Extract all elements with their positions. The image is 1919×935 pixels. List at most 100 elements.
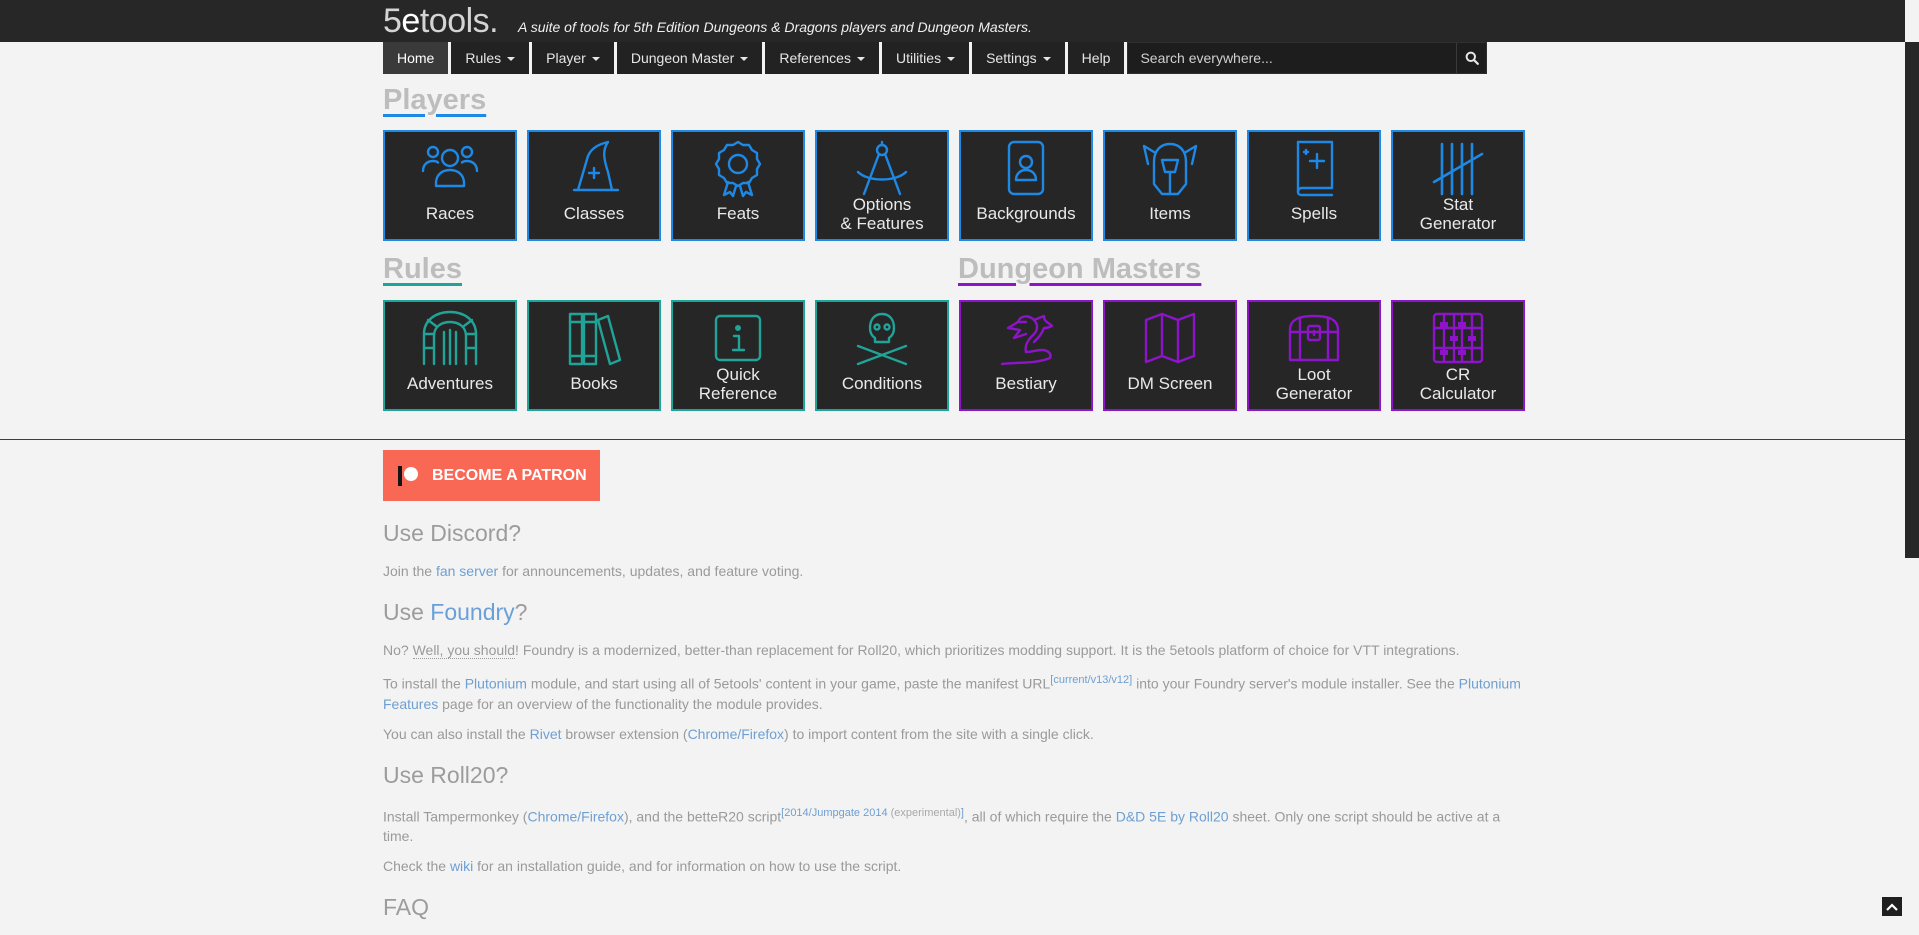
rivet-chrome-firefox-link[interactable]: Chrome/Firefox	[688, 726, 784, 742]
tile-adventures[interactable]: Adventures	[383, 300, 517, 411]
tile-label: Options & Features	[840, 195, 924, 233]
text: [2014/Jumpgate 2014	[781, 806, 888, 819]
books-icon	[568, 312, 622, 366]
foundry-paragraph-1: No? Well, you should! Foundry is a moder…	[383, 640, 1523, 660]
dragon-icon	[1000, 314, 1054, 366]
tile-label: Stat Generator	[1419, 195, 1497, 233]
text: ?	[514, 599, 528, 625]
tile-classes[interactable]: Classes	[527, 130, 661, 241]
tile-options-features[interactable]: Options & Features	[815, 130, 949, 241]
text: ! Foundry is a modernized, better-than r…	[515, 642, 1460, 658]
tile-conditions[interactable]: Conditions	[815, 300, 949, 411]
nav-rules[interactable]: Rules	[451, 42, 530, 74]
treasure-chest-icon	[1288, 314, 1340, 362]
nav-utilities[interactable]: Utilities	[881, 42, 970, 74]
discord-heading: Use Discord?	[383, 520, 522, 546]
search-icon	[1465, 51, 1479, 65]
tile-spells[interactable]: Spells	[1247, 130, 1381, 241]
nav-references[interactable]: References	[765, 42, 879, 74]
scrollbar-thumb[interactable]	[1905, 42, 1919, 558]
text: No?	[383, 642, 413, 658]
logo-part-tools: tools.	[419, 2, 499, 40]
search-input[interactable]	[1128, 43, 1457, 73]
tile-label: Conditions	[841, 374, 923, 393]
manifest-url-links[interactable]: [current/v13/v12]	[1050, 674, 1132, 686]
caret-down-icon	[507, 57, 516, 62]
tile-label: Books	[570, 374, 618, 393]
text: To install the	[383, 675, 465, 692]
site-logo[interactable]: 5etools.	[383, 0, 499, 42]
tile-races[interactable]: Races	[383, 130, 517, 241]
nav-player[interactable]: Player	[532, 42, 614, 74]
tile-books[interactable]: Books	[527, 300, 661, 411]
caret-down-icon	[1042, 57, 1051, 62]
rivet-link[interactable]: Rivet	[530, 726, 562, 742]
logo-part: 5	[383, 2, 402, 40]
tile-stat-generator[interactable]: Stat Generator	[1391, 130, 1525, 241]
nav-dm-label: Dungeon Master	[630, 50, 735, 66]
tampermonkey-chrome-firefox-link[interactable]: Chrome/Firefox	[527, 808, 623, 824]
caret-down-icon	[740, 57, 749, 62]
tile-bestiary[interactable]: Bestiary	[959, 300, 1093, 411]
text: page for an overview of the functionalit…	[438, 695, 823, 712]
text: Install Tampermonkey (	[383, 808, 528, 825]
become-a-patron-button[interactable]: BECOME A PATRON	[383, 450, 600, 501]
top-bar: 5etools. A suite of tools for 5th Editio…	[0, 0, 1905, 42]
text: , all of which require the	[963, 808, 1116, 825]
roll20-paragraph-2: Check the wiki for an installation guide…	[383, 856, 1523, 876]
search-button[interactable]	[1456, 43, 1486, 73]
text: module, and start using all of 5etools' …	[526, 675, 1051, 692]
foundry-paragraph-2: To install the Plutonium module, and sta…	[383, 670, 1523, 714]
text: ) to import content from the site with a…	[784, 725, 1094, 742]
tile-label: Items	[1149, 204, 1191, 223]
tile-loot-generator[interactable]: Loot Generator	[1247, 300, 1381, 411]
caret-down-icon	[856, 57, 865, 62]
nav-help-label: Help	[1081, 50, 1111, 66]
caret-down-icon	[591, 57, 600, 62]
text: Join the	[383, 563, 436, 579]
nav-rules-label: Rules	[465, 50, 502, 66]
fan-server-link[interactable]: fan server	[436, 563, 498, 579]
wiki-link[interactable]: wiki	[450, 858, 473, 874]
text: You can also install the	[383, 725, 530, 742]
nav-home[interactable]: Home	[383, 42, 449, 74]
back-to-top-button[interactable]	[1882, 897, 1902, 916]
section-divider	[0, 439, 1905, 440]
text: into your Foundry server's module instal…	[1132, 675, 1459, 692]
dnd-5e-roll20-link[interactable]: D&D 5E by Roll20	[1116, 808, 1229, 824]
search-box	[1127, 42, 1488, 74]
tile-items[interactable]: Items	[1103, 130, 1237, 241]
better20-script-links[interactable]: [2014/Jumpgate 2014 (experimental)]	[781, 807, 964, 819]
archway-icon	[422, 310, 478, 366]
tally-marks-icon	[1432, 142, 1484, 196]
section-heading-rules: Rules	[383, 253, 462, 285]
text: Use	[383, 599, 431, 625]
patron-label: BECOME A PATRON	[432, 466, 587, 484]
foundry-paragraph-3: You can also install the Rivet browser e…	[383, 724, 1523, 744]
tile-quick-reference[interactable]: Quick Reference	[671, 300, 805, 411]
site-tagline: A suite of tools for 5th Edition Dungeon…	[518, 19, 1032, 35]
tile-label: CR Calculator	[1419, 365, 1497, 403]
text: Check the	[383, 858, 450, 875]
award-ribbon-icon	[714, 140, 762, 198]
tile-backgrounds[interactable]: Backgrounds	[959, 130, 1093, 241]
tile-feats[interactable]: Feats	[671, 130, 805, 241]
people-icon	[421, 145, 479, 188]
plutonium-link[interactable]: Plutonium	[465, 676, 527, 692]
section-heading-dungeon-masters: Dungeon Masters	[958, 253, 1202, 285]
well-you-should-tooltip[interactable]: Well, you should	[412, 642, 516, 659]
tile-cr-calculator[interactable]: CR Calculator	[1391, 300, 1525, 411]
nav-dungeon-master[interactable]: Dungeon Master	[616, 42, 763, 74]
spellbook-icon	[1296, 140, 1334, 197]
foundry-link[interactable]: Foundry	[430, 599, 514, 625]
logo-part-e: e	[401, 2, 420, 40]
nav-help[interactable]: Help	[1067, 42, 1125, 74]
foundry-heading: Use Foundry?	[383, 601, 1523, 624]
tile-dm-screen[interactable]: DM Screen	[1103, 300, 1237, 411]
text: for announcements, updates, and feature …	[498, 563, 804, 579]
main-content: Use Discord? Join the fan server for ann…	[383, 522, 1523, 935]
nav-settings[interactable]: Settings	[972, 42, 1065, 74]
nav-utilities-label: Utilities	[895, 50, 942, 66]
roll20-heading: Use Roll20?	[383, 761, 509, 788]
chevron-up-icon	[1886, 902, 1898, 911]
